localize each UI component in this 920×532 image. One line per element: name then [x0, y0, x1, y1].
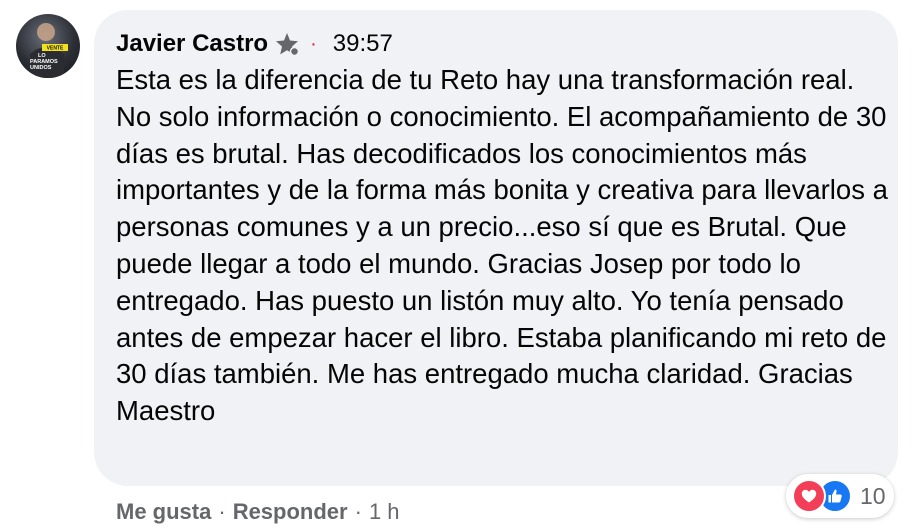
reactions-summary[interactable]: 10 [786, 474, 894, 518]
reply-button[interactable]: Responder [233, 499, 348, 525]
separator-dot: · [310, 32, 317, 55]
comment-text: Esta es la diferencia de tu Reto hay una… [116, 64, 888, 427]
avatar-text-1: VENTE [47, 46, 64, 52]
comment-header: Javier Castro · 39:57 [116, 28, 393, 60]
love-icon [792, 479, 826, 513]
comment-actions: Me gusta · Responder · 1 h [116, 496, 400, 528]
top-fan-star-icon[interactable] [274, 31, 300, 57]
reaction-count: 10 [860, 482, 886, 509]
like-button[interactable]: Me gusta [116, 499, 211, 525]
comment-timestamp[interactable]: 39:57 [333, 30, 393, 58]
author-name[interactable]: Javier Castro [116, 30, 268, 58]
comment-age[interactable]: 1 h [369, 499, 400, 525]
action-separator: · [218, 499, 226, 524]
avatar-image: VENTE LO PARAMOS UNIDOS [30, 23, 68, 78]
action-separator: · [354, 499, 362, 524]
avatar-text-4: UNIDOS [30, 65, 52, 71]
avatar[interactable]: VENTE LO PARAMOS UNIDOS [16, 14, 80, 78]
